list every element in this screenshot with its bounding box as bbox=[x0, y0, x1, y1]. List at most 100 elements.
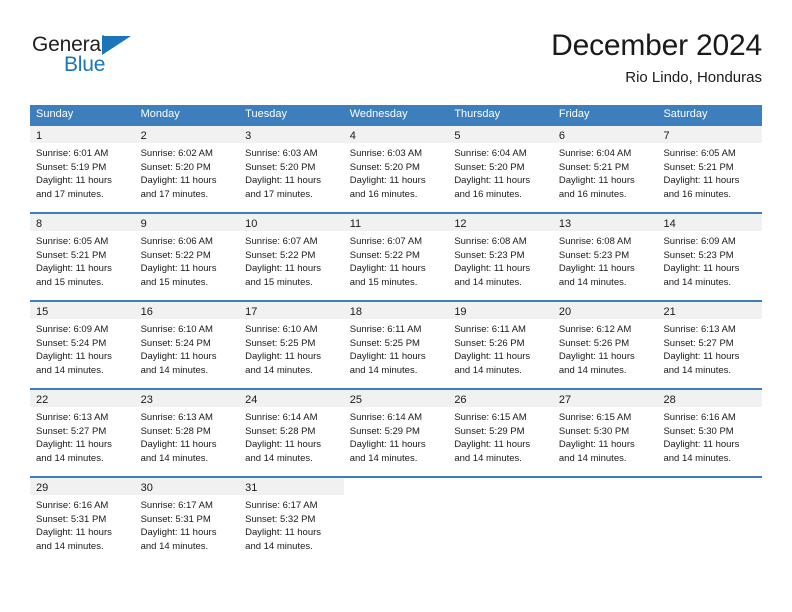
day-details: Sunrise: 6:09 AM Sunset: 5:23 PM Dayligh… bbox=[657, 231, 762, 289]
daylight-line-2: and 14 minutes. bbox=[454, 276, 522, 288]
sunrise-line: Sunrise: 6:09 AM bbox=[36, 324, 109, 335]
page-subtitle: Rio Lindo, Honduras bbox=[625, 68, 762, 86]
sunrise-line: Sunrise: 6:13 AM bbox=[36, 412, 109, 423]
page-title: December 2024 bbox=[551, 29, 762, 62]
day-details: Sunrise: 6:15 AM Sunset: 5:30 PM Dayligh… bbox=[553, 407, 658, 465]
day-cell[interactable]: 15 Sunrise: 6:09 AM Sunset: 5:24 PM Dayl… bbox=[30, 302, 135, 388]
weekday-header-row: Sunday Monday Tuesday Wednesday Thursday… bbox=[30, 105, 762, 124]
sunrise-line: Sunrise: 6:03 AM bbox=[245, 148, 318, 159]
sunset-line: Sunset: 5:30 PM bbox=[558, 425, 630, 437]
day-cell[interactable]: 14 Sunrise: 6:09 AM Sunset: 5:23 PM Dayl… bbox=[657, 214, 763, 300]
sunrise-line: Sunrise: 6:14 AM bbox=[245, 412, 318, 423]
sunrise-line: Sunrise: 6:04 AM bbox=[454, 148, 527, 159]
daylight-line-2: and 14 minutes. bbox=[454, 364, 522, 376]
day-cell[interactable]: 3 Sunrise: 6:03 AM Sunset: 5:20 PM Dayli… bbox=[239, 126, 344, 212]
day-cell[interactable]: 28 Sunrise: 6:16 AM Sunset: 5:30 PM Dayl… bbox=[657, 390, 763, 476]
daylight-line-1: Daylight: 11 hours bbox=[663, 439, 740, 450]
day-details: Sunrise: 6:10 AM Sunset: 5:24 PM Dayligh… bbox=[135, 319, 240, 377]
day-number: 3 bbox=[245, 130, 252, 142]
sunrise-line: Sunrise: 6:08 AM bbox=[558, 236, 632, 247]
sunset-line: Sunset: 5:22 PM bbox=[140, 249, 211, 261]
day-cell[interactable]: 7 Sunrise: 6:05 AM Sunset: 5:21 PM Dayli… bbox=[657, 126, 763, 212]
day-number: 4 bbox=[349, 130, 356, 142]
day-cell[interactable]: 29 Sunrise: 6:16 AM Sunset: 5:31 PM Dayl… bbox=[30, 478, 135, 564]
sunset-line: Sunset: 5:29 PM bbox=[454, 425, 525, 437]
day-cell[interactable]: 8 Sunrise: 6:05 AM Sunset: 5:21 PM Dayli… bbox=[30, 214, 135, 300]
day-details: Sunrise: 6:16 AM Sunset: 5:30 PM Dayligh… bbox=[657, 407, 762, 465]
day-number: 22 bbox=[36, 394, 49, 406]
day-number-band bbox=[343, 478, 449, 495]
sunrise-line: Sunrise: 6:17 AM bbox=[245, 500, 318, 511]
daylight-line-1: Daylight: 11 hours bbox=[558, 263, 635, 274]
day-cell[interactable]: 25 Sunrise: 6:14 AM Sunset: 5:29 PM Dayl… bbox=[343, 390, 449, 476]
daylight-line-1: Daylight: 11 hours bbox=[349, 175, 426, 186]
day-cell[interactable]: 20 Sunrise: 6:12 AM Sunset: 5:26 PM Dayl… bbox=[552, 302, 658, 388]
day-cell[interactable]: 24 Sunrise: 6:14 AM Sunset: 5:28 PM Dayl… bbox=[239, 390, 344, 476]
weekday-header-sunday: Sunday bbox=[36, 108, 74, 120]
day-cell[interactable]: 21 Sunrise: 6:13 AM Sunset: 5:27 PM Dayl… bbox=[657, 302, 763, 388]
sunrise-line: Sunrise: 6:13 AM bbox=[663, 324, 736, 335]
day-cell[interactable]: 2 Sunrise: 6:02 AM Sunset: 5:20 PM Dayli… bbox=[134, 126, 240, 212]
day-cell[interactable]: 5 Sunrise: 6:04 AM Sunset: 5:20 PM Dayli… bbox=[448, 126, 553, 212]
day-details: Sunrise: 6:15 AM Sunset: 5:29 PM Dayligh… bbox=[448, 407, 553, 465]
day-cell[interactable]: 10 Sunrise: 6:07 AM Sunset: 5:22 PM Dayl… bbox=[239, 214, 344, 300]
day-details: Sunrise: 6:13 AM Sunset: 5:28 PM Dayligh… bbox=[135, 407, 240, 465]
daylight-line-2: and 16 minutes. bbox=[454, 188, 522, 200]
sunrise-line: Sunrise: 6:14 AM bbox=[349, 412, 423, 423]
day-number-band: 13 bbox=[552, 214, 658, 231]
daylight-line-2: and 14 minutes. bbox=[663, 452, 732, 464]
day-cell[interactable]: 16 Sunrise: 6:10 AM Sunset: 5:24 PM Dayl… bbox=[134, 302, 240, 388]
day-details: Sunrise: 6:07 AM Sunset: 5:22 PM Dayligh… bbox=[239, 231, 344, 289]
day-number: 7 bbox=[663, 130, 670, 142]
daylight-line-2: and 15 minutes. bbox=[36, 276, 104, 288]
day-cell[interactable]: 23 Sunrise: 6:13 AM Sunset: 5:28 PM Dayl… bbox=[134, 390, 240, 476]
weekday-header-saturday: Saturday bbox=[663, 108, 708, 120]
daylight-line-2: and 14 minutes. bbox=[245, 364, 313, 376]
day-number: 19 bbox=[454, 306, 467, 318]
day-cell[interactable]: 6 Sunrise: 6:04 AM Sunset: 5:21 PM Dayli… bbox=[552, 126, 658, 212]
day-cell[interactable]: 27 Sunrise: 6:15 AM Sunset: 5:30 PM Dayl… bbox=[552, 390, 658, 476]
day-cell[interactable]: 19 Sunrise: 6:11 AM Sunset: 5:26 PM Dayl… bbox=[448, 302, 553, 388]
day-number: 20 bbox=[558, 306, 572, 318]
daylight-line-1: Daylight: 11 hours bbox=[36, 263, 112, 274]
day-cell[interactable]: 30 Sunrise: 6:17 AM Sunset: 5:31 PM Dayl… bbox=[134, 478, 240, 564]
day-cell[interactable]: 17 Sunrise: 6:10 AM Sunset: 5:25 PM Dayl… bbox=[239, 302, 344, 388]
day-cell[interactable]: 1 Sunrise: 6:01 AM Sunset: 5:19 PM Dayli… bbox=[30, 126, 135, 212]
sunset-line: Sunset: 5:32 PM bbox=[245, 513, 316, 525]
sunset-line: Sunset: 5:26 PM bbox=[454, 337, 525, 349]
day-number: 14 bbox=[663, 218, 676, 230]
day-number: 8 bbox=[36, 218, 43, 230]
day-cell[interactable]: 22 Sunrise: 6:13 AM Sunset: 5:27 PM Dayl… bbox=[30, 390, 135, 476]
day-details: Sunrise: 6:08 AM Sunset: 5:23 PM Dayligh… bbox=[553, 231, 658, 289]
daylight-line-1: Daylight: 11 hours bbox=[349, 439, 426, 450]
day-number-band: 28 bbox=[657, 390, 763, 407]
daylight-line-1: Daylight: 11 hours bbox=[558, 439, 635, 450]
daylight-line-2: and 16 minutes. bbox=[558, 188, 627, 200]
day-cell[interactable]: 12 Sunrise: 6:08 AM Sunset: 5:23 PM Dayl… bbox=[448, 214, 553, 300]
sunrise-line: Sunrise: 6:16 AM bbox=[36, 500, 109, 511]
day-number-band: 10 bbox=[239, 214, 344, 231]
day-number: 5 bbox=[454, 130, 461, 142]
day-details: Sunrise: 6:03 AM Sunset: 5:20 PM Dayligh… bbox=[344, 143, 449, 201]
day-details: Sunrise: 6:13 AM Sunset: 5:27 PM Dayligh… bbox=[657, 319, 762, 377]
daylight-line-1: Daylight: 11 hours bbox=[140, 527, 217, 538]
day-cell[interactable]: 4 Sunrise: 6:03 AM Sunset: 5:20 PM Dayli… bbox=[343, 126, 449, 212]
day-cell[interactable]: 31 Sunrise: 6:17 AM Sunset: 5:32 PM Dayl… bbox=[239, 478, 344, 564]
day-details: Sunrise: 6:03 AM Sunset: 5:20 PM Dayligh… bbox=[239, 143, 344, 201]
day-cell[interactable]: 26 Sunrise: 6:15 AM Sunset: 5:29 PM Dayl… bbox=[448, 390, 553, 476]
daylight-line-2: and 15 minutes. bbox=[140, 276, 209, 288]
day-cell[interactable]: 13 Sunrise: 6:08 AM Sunset: 5:23 PM Dayl… bbox=[552, 214, 658, 300]
sunrise-line: Sunrise: 6:02 AM bbox=[140, 148, 213, 159]
day-cell[interactable]: 11 Sunrise: 6:07 AM Sunset: 5:22 PM Dayl… bbox=[343, 214, 449, 300]
day-number-band bbox=[657, 478, 763, 495]
week-row: 15 Sunrise: 6:09 AM Sunset: 5:24 PM Dayl… bbox=[30, 300, 763, 388]
day-number-band: 15 bbox=[30, 302, 135, 319]
day-cell[interactable]: 18 Sunrise: 6:11 AM Sunset: 5:25 PM Dayl… bbox=[343, 302, 449, 388]
day-details: Sunrise: 6:09 AM Sunset: 5:24 PM Dayligh… bbox=[30, 319, 135, 377]
general-blue-logo[interactable]: General Blue bbox=[32, 34, 172, 90]
day-cell[interactable]: 9 Sunrise: 6:06 AM Sunset: 5:22 PM Dayli… bbox=[134, 214, 240, 300]
daylight-line-2: and 17 minutes. bbox=[140, 188, 209, 200]
daylight-line-2: and 14 minutes. bbox=[140, 540, 209, 552]
day-details: Sunrise: 6:17 AM Sunset: 5:31 PM Dayligh… bbox=[135, 495, 240, 553]
day-number: 23 bbox=[140, 394, 153, 406]
